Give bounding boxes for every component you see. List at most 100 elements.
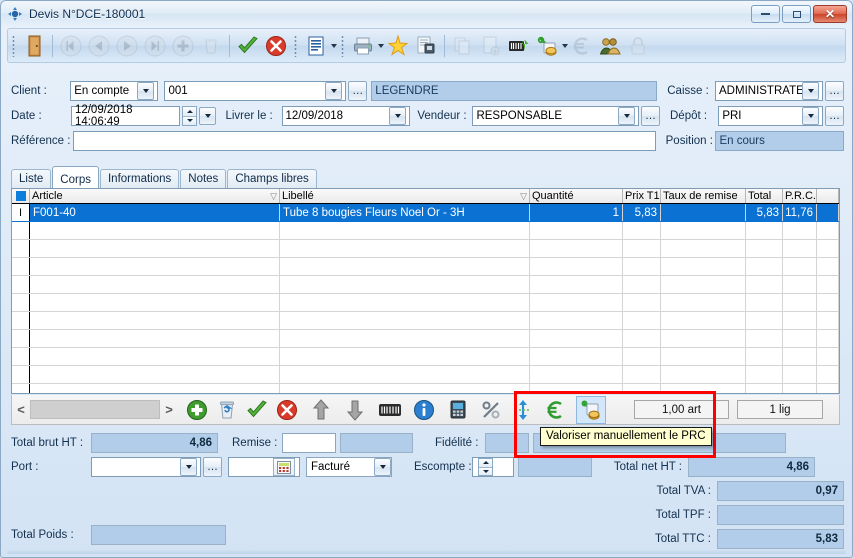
lock-icon[interactable] — [624, 32, 652, 60]
grid-select-all-cell[interactable] — [12, 189, 30, 203]
cancel-cross-icon[interactable] — [262, 32, 290, 60]
cell-empty[interactable] — [280, 384, 530, 394]
cell-empty[interactable] — [623, 348, 661, 365]
cell-empty[interactable] — [661, 330, 746, 347]
cell-empty[interactable] — [746, 240, 783, 257]
cell-empty[interactable] — [783, 330, 817, 347]
scroll-right-arrow[interactable]: > — [160, 402, 178, 417]
cell-empty[interactable] — [661, 294, 746, 311]
euro-price-icon[interactable] — [540, 396, 570, 424]
row-handle[interactable] — [12, 384, 30, 394]
cell-empty[interactable] — [783, 240, 817, 257]
cell-empty[interactable] — [530, 348, 623, 365]
cell-empty[interactable] — [623, 312, 661, 329]
cell-empty[interactable] — [30, 240, 280, 257]
cell-empty[interactable] — [30, 384, 280, 394]
cell-empty[interactable] — [530, 294, 623, 311]
calculator-pda-icon[interactable] — [443, 396, 473, 424]
vendor-chevron-down-icon[interactable] — [618, 107, 635, 125]
close-button[interactable]: ✕ — [813, 5, 847, 23]
cell-empty[interactable] — [746, 384, 783, 394]
cell-empty[interactable] — [623, 240, 661, 257]
row-handle[interactable] — [12, 312, 30, 329]
cell-empty[interactable] — [661, 222, 746, 239]
client-browse-button[interactable]: … — [348, 81, 367, 101]
cell-empty[interactable] — [746, 222, 783, 239]
cell-empty[interactable] — [280, 240, 530, 257]
table-row[interactable] — [12, 222, 839, 240]
row-handle[interactable] — [12, 366, 30, 383]
cell-empty[interactable] — [783, 258, 817, 275]
delete-line-recycle-icon[interactable] — [212, 396, 242, 424]
cell-empty[interactable] — [661, 312, 746, 329]
column-header-taux-de-remise[interactable]: Taux de remise — [661, 189, 746, 203]
date-stepper[interactable] — [182, 106, 197, 126]
cell-empty[interactable] — [783, 384, 817, 394]
cell-empty[interactable] — [623, 384, 661, 394]
port-browse-button[interactable]: … — [203, 457, 222, 477]
horizontal-scroll-track[interactable] — [30, 400, 160, 419]
cell-empty[interactable] — [661, 384, 746, 394]
chevron-down-icon[interactable] — [137, 82, 154, 100]
table-row[interactable] — [12, 312, 839, 330]
column-header-total[interactable]: Total — [746, 189, 783, 203]
add-line-icon[interactable] — [182, 396, 212, 424]
table-row[interactable] — [12, 348, 839, 366]
port-amount-input[interactable] — [228, 457, 300, 477]
tab-liste[interactable]: Liste — [11, 169, 51, 188]
remise-input[interactable] — [282, 433, 336, 453]
vendor-select[interactable]: RESPONSABLE — [472, 106, 639, 126]
table-row[interactable] — [12, 330, 839, 348]
client-type-select[interactable]: En compte — [70, 81, 158, 101]
cell-empty[interactable] — [746, 330, 783, 347]
cell-empty[interactable] — [783, 276, 817, 293]
calculator-icon[interactable] — [273, 458, 295, 476]
next-record-icon[interactable] — [113, 32, 141, 60]
validate-line-check-icon[interactable] — [242, 396, 272, 424]
tab-notes[interactable]: Notes — [180, 169, 226, 188]
cell-empty[interactable] — [623, 222, 661, 239]
escompte-stepper[interactable] — [478, 458, 493, 476]
vendor-browse-button[interactable]: … — [641, 106, 660, 126]
select-all-box[interactable] — [16, 191, 26, 201]
print-icon[interactable] — [349, 32, 377, 60]
cell-empty[interactable] — [661, 348, 746, 365]
cell-empty[interactable] — [280, 258, 530, 275]
table-row[interactable] — [12, 276, 839, 294]
cell-empty[interactable] — [746, 366, 783, 383]
cell-empty[interactable] — [661, 276, 746, 293]
table-row[interactable] — [12, 258, 839, 276]
row-handle[interactable] — [12, 240, 30, 257]
cell-empty[interactable] — [530, 276, 623, 293]
cell-empty[interactable] — [783, 312, 817, 329]
caisse-select[interactable]: ADMINISTRATE — [715, 81, 823, 101]
column-header-prix-t1[interactable]: Prix T1 — [623, 189, 661, 203]
column-header-article[interactable]: Article ▽ — [30, 189, 280, 203]
sort-indicator-icon[interactable]: ▽ — [270, 191, 277, 202]
cell-empty[interactable] — [280, 312, 530, 329]
maximize-button[interactable] — [782, 5, 811, 23]
cell-empty[interactable] — [783, 366, 817, 383]
lines-grid[interactable]: Article ▽ Libellé ▽ Quantité Prix T1 Tau… — [11, 188, 840, 394]
toolbar-grip[interactable] — [12, 35, 16, 57]
cell-empty[interactable] — [30, 366, 280, 383]
cell-empty[interactable] — [30, 276, 280, 293]
validate-check-icon[interactable] — [234, 32, 262, 60]
cell-empty[interactable] — [746, 294, 783, 311]
exit-door-icon[interactable] — [20, 32, 48, 60]
cell-empty[interactable] — [30, 258, 280, 275]
row-handle[interactable] — [12, 276, 30, 293]
cell-empty[interactable] — [280, 348, 530, 365]
cell-empty[interactable] — [783, 222, 817, 239]
cell-empty[interactable] — [623, 366, 661, 383]
new-document-icon[interactable] — [477, 32, 505, 60]
cell-empty[interactable] — [746, 348, 783, 365]
cell-prc[interactable]: 11,76 — [783, 204, 817, 221]
cell-empty[interactable] — [30, 312, 280, 329]
depot-chevron-down-icon[interactable] — [802, 107, 819, 125]
tab-champs-libres[interactable]: Champs libres — [227, 169, 317, 188]
valorize-prc-icon[interactable] — [576, 396, 606, 424]
first-record-icon[interactable] — [57, 32, 85, 60]
column-header-quantite[interactable]: Quantité — [530, 189, 623, 203]
table-row[interactable] — [12, 240, 839, 258]
